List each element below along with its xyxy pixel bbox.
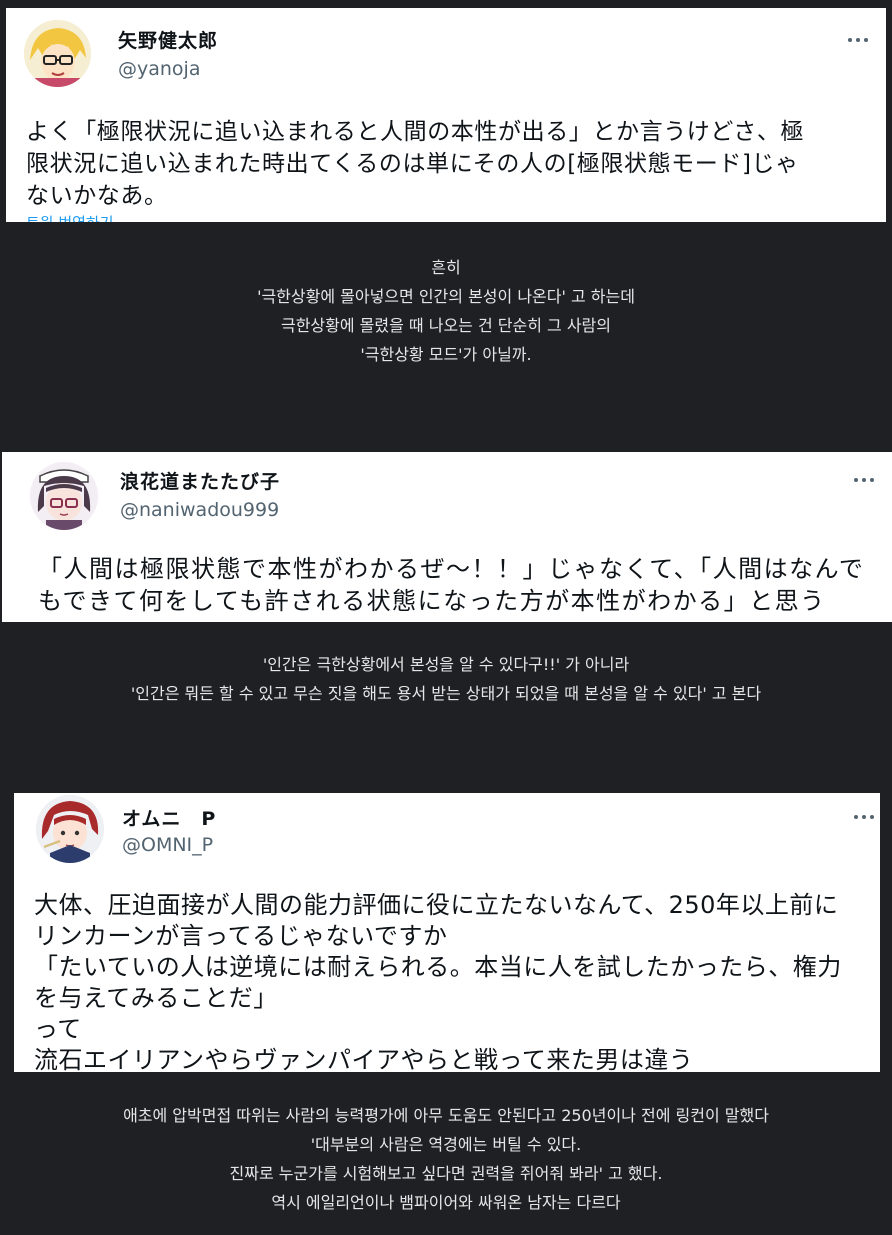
caption-line: 흔히 <box>431 258 461 277</box>
tweet-text-line: 限状況に追い込まれた時出てくるのは単にその人の[極限状態モード]じゃ <box>26 151 799 177</box>
caption-line: '대부분의 사람은 역경에는 버틸 수 있다. <box>310 1135 582 1154</box>
avatar[interactable] <box>36 795 104 863</box>
avatar-illustration <box>30 462 98 530</box>
caption-line: 역시 에일리언이나 뱀파이어와 싸워온 남자는 다르다 <box>271 1193 621 1212</box>
caption-line: '인간은 뭐든 할 수 있고 무슨 짓을 해도 용서 받는 상태가 되었을 때 … <box>130 684 762 703</box>
user-handle[interactable]: @OMNI_P <box>122 834 213 856</box>
more-options-icon[interactable] <box>848 36 870 44</box>
more-options-icon[interactable] <box>854 813 876 821</box>
user-handle[interactable]: @naniwadou999 <box>120 499 279 521</box>
more-options-icon[interactable] <box>854 476 876 484</box>
tweet-text-line: 流石エイリアンやらヴァンパイアやらと戦って来た男は違う <box>34 1046 694 1072</box>
tweet-text-line: 「たいていの人は逆境には耐えられる。本当に人を試したかったら、権力 <box>34 953 842 981</box>
tweet-text: 大体、圧迫面接が人間の能力評価に役に立たないなんて、250年以上前に リンカーン… <box>34 890 842 1072</box>
caption-line: '극한상황에 몰아넣으면 인간의 본성이 나온다' 고 하는데 <box>257 287 635 306</box>
caption-line: '인간은 극한상황에서 본성을 알 수 있다구!!' 가 아니라 <box>262 655 630 674</box>
tweet-text-line: リンカーンが言ってるじゃないですか <box>34 922 448 950</box>
caption-line: 극한상황에 몰렸을 때 나오는 건 단순히 그 사람의 <box>280 316 611 335</box>
display-name[interactable]: 矢野健太郎 <box>118 26 218 53</box>
translate-tweet-link[interactable]: 트윗 번역하기 <box>26 212 114 222</box>
tweet-card: 矢野健太郎 @yanoja よく「極限状況に追い込まれると人間の本性が出る」とか… <box>6 8 886 222</box>
user-handle[interactable]: @yanoja <box>118 58 200 80</box>
page: 矢野健太郎 @yanoja よく「極限状況に追い込まれると人間の本性が出る」とか… <box>0 0 892 1235</box>
tweet-card: オムニ P @OMNI_P 大体、圧迫面接が人間の能力評価に役に立たないなんて、… <box>14 793 880 1072</box>
avatar-illustration <box>24 20 91 87</box>
avatar[interactable] <box>30 462 98 530</box>
display-name[interactable]: オムニ P <box>122 804 216 831</box>
caption-line: 진짜로 누군가를 시험해보고 싶다면 권력을 쥐어줘 봐라' 고 했다. <box>229 1164 663 1183</box>
tweet-text-line: もできて何をしても許される状態になった方が本性がわかる」と思う <box>38 587 826 615</box>
translation-caption: '인간은 극한상황에서 본성을 알 수 있다구!!' 가 아니라 '인간은 뭐든… <box>0 650 892 708</box>
tweet-text-line: を与えてみることだ」 <box>34 984 278 1012</box>
tweet-text-line: ないかなあ。 <box>26 183 168 209</box>
tweet-text: よく「極限状況に追い込まれると人間の本性が出る」とか言うけどさ、極 限状況に追い… <box>26 116 804 212</box>
caption-line: 애초에 압박면접 따위는 사람의 능력평가에 아무 도움도 안된다고 250년이… <box>123 1106 769 1125</box>
avatar[interactable] <box>24 20 91 87</box>
translation-caption: 흔히 '극한상황에 몰아넣으면 인간의 본성이 나온다' 고 하는데 극한상황에… <box>0 253 892 369</box>
caption-line: '극한상황 모드'가 아닐까. <box>360 345 532 364</box>
tweet-text-line: 「人間は極限状態で本性がわかるぜ～！！」じゃなくて、「人間はなんで <box>38 555 865 583</box>
display-name[interactable]: 浪花道またたび子 <box>120 467 280 494</box>
avatar-illustration <box>36 795 104 863</box>
tweet-text-line: 大体、圧迫面接が人間の能力評価に役に立たないなんて、250年以上前に <box>34 891 839 919</box>
tweet-text-line: って <box>34 1015 82 1043</box>
translation-caption: 애초에 압박면접 따위는 사람의 능력평가에 아무 도움도 안된다고 250년이… <box>0 1101 892 1217</box>
tweet-card: 浪花道またたび子 @naniwadou999 「人間は極限状態で本性がわかるぜ～… <box>2 452 892 622</box>
tweet-text-line: よく「極限状況に追い込まれると人間の本性が出る」とか言うけどさ、極 <box>26 119 805 145</box>
tweet-text: 「人間は極限状態で本性がわかるぜ～！！」じゃなくて、「人間はなんで もできて何を… <box>38 553 864 617</box>
